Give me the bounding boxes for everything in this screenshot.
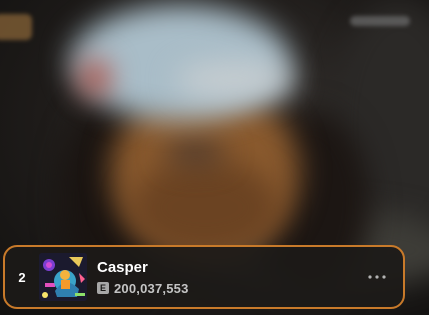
album-artwork (39, 253, 87, 301)
track-meta: E 200,037,553 (97, 281, 357, 296)
track-info: Casper E 200,037,553 (97, 259, 357, 296)
more-horizontal-icon (368, 275, 386, 279)
photo-detail (165, 140, 225, 165)
play-count: 200,037,553 (114, 280, 189, 296)
track-rank: 2 (18, 269, 26, 285)
photo-detail (80, 60, 110, 95)
track-title[interactable]: Casper (97, 259, 357, 277)
blurred-badge (0, 14, 32, 40)
more-options-button[interactable] (357, 257, 397, 297)
artist-page: 2 Casper E 200,037,553 (0, 0, 429, 315)
track-row[interactable]: 2 Casper E 200,037,553 (3, 245, 405, 309)
photo-detail (130, 160, 280, 255)
album-artwork-graphic (39, 253, 87, 301)
explicit-icon: E (97, 282, 109, 294)
photo-detail (175, 60, 295, 100)
blurred-tag (350, 16, 410, 26)
